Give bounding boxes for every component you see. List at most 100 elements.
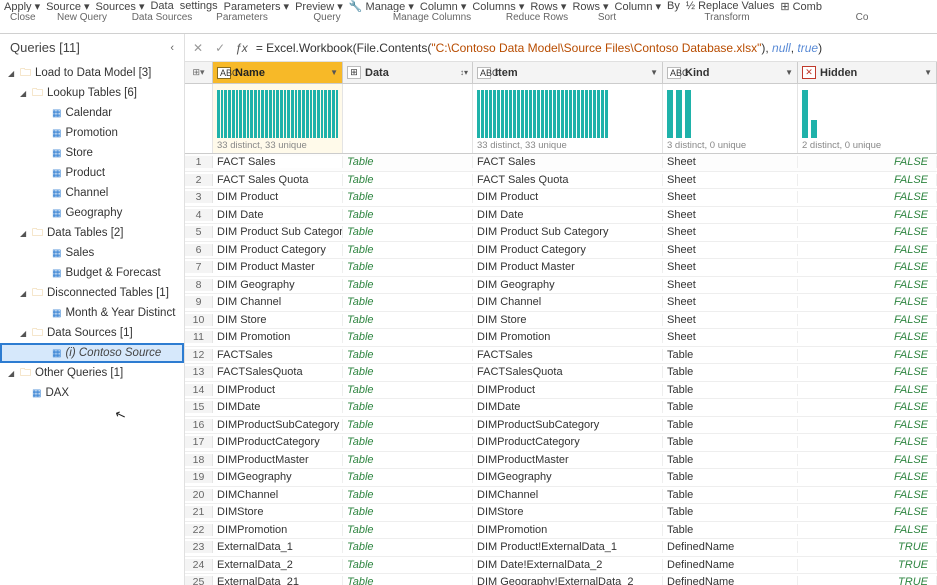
cell-name[interactable]: FACT Sales Quota [213, 174, 343, 186]
cell-hidden[interactable]: FALSE [798, 454, 937, 466]
cell-data[interactable]: Table [343, 559, 473, 571]
cell-item[interactable]: DIM Promotion [473, 331, 663, 343]
cell-data[interactable]: Table [343, 279, 473, 291]
cell-hidden[interactable]: FALSE [798, 314, 937, 326]
table-gutter-header[interactable]: ⊞▾ [185, 62, 213, 83]
cell-item[interactable]: DIM Product Master [473, 261, 663, 273]
cell-name[interactable]: FACTSalesQuota [213, 366, 343, 378]
cell-data[interactable]: Table [343, 261, 473, 273]
chevron-down-icon[interactable]: ▼ [924, 68, 932, 77]
formula-accept-button[interactable]: ✓ [213, 41, 227, 55]
table-row[interactable]: 24ExternalData_2TableDIM Date!ExternalDa… [185, 557, 937, 575]
cell-kind[interactable]: Sheet [663, 209, 798, 221]
tree-item[interactable]: ▦Sales [0, 243, 184, 263]
cell-hidden[interactable]: FALSE [798, 156, 937, 168]
cell-name[interactable]: DIMStore [213, 506, 343, 518]
ribbon-command[interactable]: settings [180, 0, 218, 12]
cell-kind[interactable]: Table [663, 349, 798, 361]
cell-item[interactable]: DIMProductCategory [473, 436, 663, 448]
tree-item[interactable]: ◢🗀Load to Data Model [3] [0, 63, 184, 83]
cell-item[interactable]: FACT Sales [473, 156, 663, 168]
cell-item[interactable]: FACTSales [473, 349, 663, 361]
cell-data[interactable]: Table [343, 244, 473, 256]
cell-hidden[interactable]: FALSE [798, 366, 937, 378]
row-number[interactable]: 12 [185, 349, 213, 361]
row-number[interactable]: 9 [185, 296, 213, 308]
cell-kind[interactable]: Sheet [663, 244, 798, 256]
cell-name[interactable]: FACTSales [213, 349, 343, 361]
cell-data[interactable]: Table [343, 191, 473, 203]
formula-input[interactable]: = Excel.Workbook(File.Contents("C:\Conto… [256, 41, 931, 55]
cell-hidden[interactable]: FALSE [798, 174, 937, 186]
row-number[interactable]: 6 [185, 244, 213, 256]
cell-name[interactable]: DIM Store [213, 314, 343, 326]
cell-hidden[interactable]: FALSE [798, 524, 937, 536]
cell-name[interactable]: DIM Channel [213, 296, 343, 308]
row-number[interactable]: 22 [185, 524, 213, 536]
table-row[interactable]: 14DIMProductTableDIMProductTableFALSE [185, 382, 937, 400]
ribbon-command[interactable]: Rows ▾ [530, 0, 566, 12]
cell-data[interactable]: Table [343, 506, 473, 518]
ribbon-command[interactable]: Apply ▾ [4, 0, 40, 12]
table-row[interactable]: 6DIM Product CategoryTableDIM Product Ca… [185, 242, 937, 260]
ribbon-command[interactable]: Rows ▾ [572, 0, 608, 12]
row-number[interactable]: 3 [185, 191, 213, 203]
chevron-down-icon[interactable]: ↕▾ [460, 68, 468, 77]
cell-item[interactable]: DIMDate [473, 401, 663, 413]
cell-name[interactable]: DIM Product Master [213, 261, 343, 273]
table-row[interactable]: 16DIMProductSubCategoryTableDIMProductSu… [185, 417, 937, 435]
cell-name[interactable]: DIMProductMaster [213, 454, 343, 466]
ribbon-command[interactable]: Sources ▾ [96, 0, 145, 12]
cell-kind[interactable]: Sheet [663, 296, 798, 308]
cell-data[interactable]: Table [343, 419, 473, 431]
cell-item[interactable]: DIMProductSubCategory [473, 419, 663, 431]
ribbon-command[interactable]: ½ Replace Values [686, 0, 774, 12]
tree-item[interactable]: ▦Channel [0, 183, 184, 203]
ribbon-command[interactable]: Column ▾ [615, 0, 661, 12]
row-number[interactable]: 5 [185, 226, 213, 238]
cell-name[interactable]: DIMProduct [213, 384, 343, 396]
tree-item[interactable]: ▦(i) Contoso Source [0, 343, 184, 363]
cell-item[interactable]: DIM Date!ExternalData_2 [473, 559, 663, 571]
cell-kind[interactable]: Sheet [663, 314, 798, 326]
cell-hidden[interactable]: FALSE [798, 279, 937, 291]
queries-pane-header[interactable]: Queries [11] ‹ [0, 34, 184, 61]
table-row[interactable]: 7DIM Product MasterTableDIM Product Mast… [185, 259, 937, 277]
ribbon-command[interactable]: Data [150, 0, 173, 12]
cell-hidden[interactable]: FALSE [798, 244, 937, 256]
cell-name[interactable]: DIMProductCategory [213, 436, 343, 448]
ribbon-command[interactable]: Columns ▾ [472, 0, 524, 12]
tree-item[interactable]: ▦Store [0, 143, 184, 163]
cell-item[interactable]: DIM Store [473, 314, 663, 326]
table-row[interactable]: 12FACTSalesTableFACTSalesTableFALSE [185, 347, 937, 365]
cell-item[interactable]: DIM Product Sub Category [473, 226, 663, 238]
cell-item[interactable]: DIM Product [473, 191, 663, 203]
row-number[interactable]: 11 [185, 331, 213, 343]
cell-item[interactable]: DIM Product Category [473, 244, 663, 256]
row-number[interactable]: 2 [185, 174, 213, 186]
row-number[interactable]: 23 [185, 541, 213, 553]
row-number[interactable]: 8 [185, 279, 213, 291]
ribbon-command[interactable]: 🔧 Manage ▾ [349, 0, 414, 12]
cell-item[interactable]: DIMProductMaster [473, 454, 663, 466]
cell-data[interactable]: Table [343, 576, 473, 585]
cell-name[interactable]: DIM Date [213, 209, 343, 221]
cell-hidden[interactable]: FALSE [798, 384, 937, 396]
cell-item[interactable]: DIMChannel [473, 489, 663, 501]
tree-item[interactable]: ◢🗀Disconnected Tables [1] [0, 283, 184, 303]
cell-hidden[interactable]: FALSE [798, 349, 937, 361]
table-row[interactable]: 21DIMStoreTableDIMStoreTableFALSE [185, 504, 937, 522]
cell-data[interactable]: Table [343, 471, 473, 483]
cell-item[interactable]: DIM Product!ExternalData_1 [473, 541, 663, 553]
cell-name[interactable]: DIM Promotion [213, 331, 343, 343]
chevron-down-icon[interactable]: ▼ [785, 68, 793, 77]
chevron-left-icon[interactable]: ‹ [170, 42, 174, 54]
column-header-kind[interactable]: ABC Kind ▼ [663, 62, 798, 83]
table-row[interactable]: 10DIM StoreTableDIM StoreSheetFALSE [185, 312, 937, 330]
cell-item[interactable]: DIMPromotion [473, 524, 663, 536]
cell-data[interactable]: Table [343, 349, 473, 361]
table-row[interactable]: 5DIM Product Sub CategoryTableDIM Produc… [185, 224, 937, 242]
table-row[interactable]: 25ExternalData_21TableDIM Geography!Exte… [185, 574, 937, 585]
cell-hidden[interactable]: FALSE [798, 296, 937, 308]
cell-kind[interactable]: DefinedName [663, 541, 798, 553]
